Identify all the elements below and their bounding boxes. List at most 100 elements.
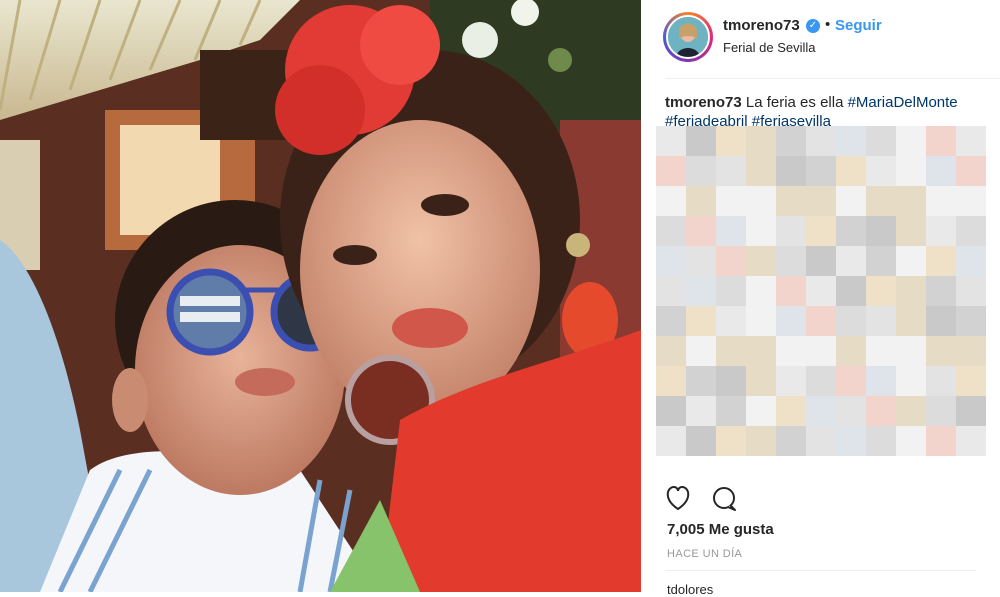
- mosaic-cell: [866, 216, 896, 246]
- mosaic-cell: [746, 246, 776, 276]
- divider: [665, 570, 976, 571]
- mosaic-cell: [896, 396, 926, 426]
- mosaic-cell: [836, 126, 866, 156]
- mosaic-cell: [746, 396, 776, 426]
- post-timestamp: HACE UN DÍA: [667, 548, 743, 560]
- mosaic-cell: [806, 336, 836, 366]
- mosaic-cell: [866, 396, 896, 426]
- mosaic-cell: [866, 366, 896, 396]
- mosaic-cell: [836, 306, 866, 336]
- hashtag-link[interactable]: #MariaDelMonte: [848, 94, 958, 111]
- mosaic-cell: [656, 186, 686, 216]
- mosaic-cell: [926, 366, 956, 396]
- mosaic-cell: [926, 246, 956, 276]
- mosaic-cell: [836, 246, 866, 276]
- mosaic-cell: [806, 126, 836, 156]
- mosaic-cell: [656, 126, 686, 156]
- mosaic-cell: [656, 276, 686, 306]
- mosaic-cell: [686, 126, 716, 156]
- follow-button[interactable]: Seguir: [835, 17, 882, 34]
- mosaic-cell: [806, 156, 836, 186]
- mosaic-cell: [746, 156, 776, 186]
- mosaic-cell: [716, 426, 746, 456]
- mosaic-cell: [746, 366, 776, 396]
- mosaic-cell: [686, 336, 716, 366]
- mosaic-cell: [926, 426, 956, 456]
- mosaic-cell: [866, 186, 896, 216]
- mosaic-cell: [836, 186, 866, 216]
- mosaic-cell: [896, 306, 926, 336]
- mosaic-cell: [836, 336, 866, 366]
- mosaic-cell: [716, 186, 746, 216]
- action-bar: [665, 485, 745, 520]
- mosaic-cell: [896, 276, 926, 306]
- mosaic-cell: [896, 186, 926, 216]
- mosaic-cell: [776, 336, 806, 366]
- post-header: tmoreno73 ✓ • Seguir Ferial de Sevilla: [663, 0, 1000, 79]
- mosaic-cell: [956, 396, 986, 426]
- avatar-photo: [668, 17, 708, 57]
- mosaic-cell: [926, 126, 956, 156]
- post-photo[interactable]: [0, 0, 641, 592]
- mosaic-cell: [686, 156, 716, 186]
- mosaic-cell: [896, 126, 926, 156]
- mosaic-cell: [836, 426, 866, 456]
- mosaic-cell: [716, 126, 746, 156]
- mosaic-cell: [686, 366, 716, 396]
- username[interactable]: tmoreno73: [723, 17, 800, 34]
- mosaic-cell: [866, 336, 896, 366]
- mosaic-cell: [866, 246, 896, 276]
- caption-username[interactable]: tmoreno73: [665, 94, 742, 111]
- mosaic-cell: [746, 186, 776, 216]
- mosaic-cell: [686, 216, 716, 246]
- mosaic-cell: [656, 336, 686, 366]
- heart-icon[interactable]: [666, 485, 690, 511]
- mosaic-cell: [776, 246, 806, 276]
- likes-count[interactable]: 7,005 Me gusta: [667, 521, 774, 538]
- mosaic-cell: [956, 216, 986, 246]
- mosaic-cell: [956, 246, 986, 276]
- verified-check-icon: ✓: [806, 19, 820, 33]
- mosaic-cell: [806, 186, 836, 216]
- mosaic-cell: [926, 306, 956, 336]
- mosaic-cell: [746, 216, 776, 246]
- mosaic-cell: [746, 126, 776, 156]
- mosaic-cell: [716, 216, 746, 246]
- caption-text: La feria es ella: [745, 94, 844, 111]
- mosaic-cell: [866, 426, 896, 456]
- mosaic-cell: [806, 366, 836, 396]
- mosaic-cell: [956, 156, 986, 186]
- mosaic-cell: [836, 216, 866, 246]
- mosaic-cell: [926, 186, 956, 216]
- avatar-image: [666, 15, 710, 59]
- mosaic-cell: [656, 246, 686, 276]
- mosaic-cell: [716, 336, 746, 366]
- mosaic-cell: [746, 306, 776, 336]
- comment-bubble-icon[interactable]: [713, 487, 736, 511]
- mosaic-cell: [866, 276, 896, 306]
- mosaic-cell: [866, 126, 896, 156]
- mosaic-cell: [686, 426, 716, 456]
- mosaic-cell: [686, 186, 716, 216]
- mosaic-cell: [896, 246, 926, 276]
- mosaic-cell: [806, 426, 836, 456]
- comment-partial: tdolores: [667, 582, 714, 597]
- location-link[interactable]: Ferial de Sevilla: [723, 40, 816, 55]
- mosaic-cell: [956, 306, 986, 336]
- mosaic-cell: [806, 216, 836, 246]
- mosaic-cell: [686, 246, 716, 276]
- mosaic-cell: [926, 216, 956, 246]
- mosaic-cell: [776, 366, 806, 396]
- mosaic-cell: [806, 276, 836, 306]
- mosaic-cell: [926, 396, 956, 426]
- mosaic-cell: [896, 156, 926, 186]
- avatar[interactable]: [663, 12, 713, 62]
- mosaic-cell: [746, 276, 776, 306]
- mosaic-cell: [866, 306, 896, 336]
- mosaic-cell: [656, 426, 686, 456]
- mosaic-cell: [866, 156, 896, 186]
- mosaic-cell: [716, 246, 746, 276]
- mosaic-cell: [746, 426, 776, 456]
- mosaic-cell: [956, 186, 986, 216]
- mosaic-cell: [656, 366, 686, 396]
